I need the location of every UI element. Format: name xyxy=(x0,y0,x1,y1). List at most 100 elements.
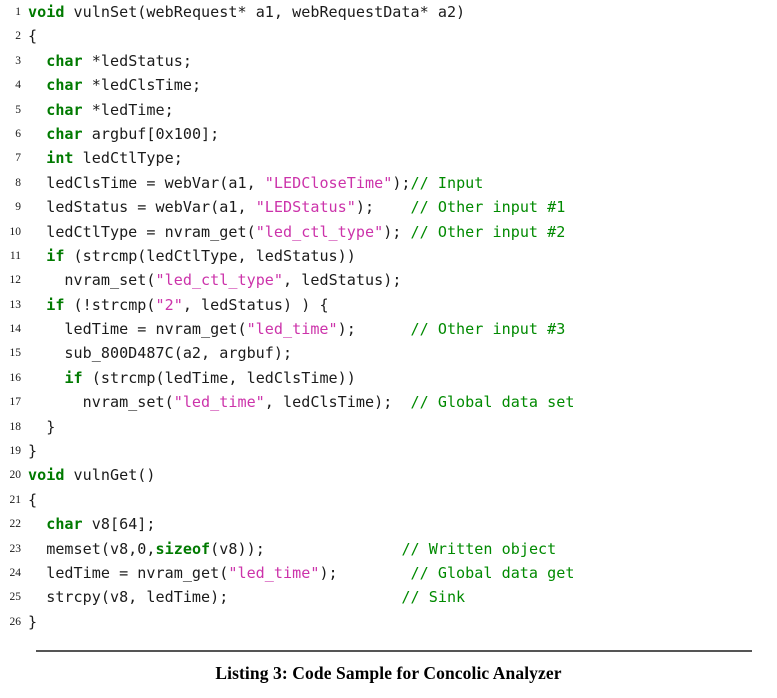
code-token-pln: ); xyxy=(392,173,411,192)
code-token-str: "2" xyxy=(155,295,183,314)
line-number: 26 xyxy=(9,615,22,628)
code-token-kw: if xyxy=(64,368,83,387)
code-token-str: "led_ctl_type" xyxy=(255,222,384,241)
code-line: 15 sub_800D487C(a2, argbuf); xyxy=(0,341,777,365)
code-text: } xyxy=(28,415,55,439)
code-token-str: "led_time" xyxy=(246,320,338,339)
code-text: ledStatus = webVar(a1, "LEDStatus"); // … xyxy=(28,195,565,219)
line-number: 6 xyxy=(15,127,21,140)
code-token-pln: *ledClsTime; xyxy=(82,76,202,95)
code-text: char v8[64]; xyxy=(28,512,156,536)
line-number: 20 xyxy=(9,469,22,482)
code-token-pln: { xyxy=(28,490,38,509)
code-token-str: "LEDCloseTime" xyxy=(264,173,393,192)
code-line: 14 ledTime = nvram_get("led_time"); // O… xyxy=(0,317,777,341)
line-number: 3 xyxy=(15,54,21,67)
code-token-pln: vulnSet(webRequest* a1, webRequestData* … xyxy=(64,3,466,21)
code-token-pln: } xyxy=(28,417,56,436)
code-token-pln xyxy=(28,149,46,167)
code-text: char *ledClsTime; xyxy=(28,73,201,97)
code-text: ledTime = nvram_get("led_time"); // Glob… xyxy=(28,561,574,585)
line-number: 9 xyxy=(15,201,21,214)
code-token-cmt: // Input xyxy=(410,173,484,192)
code-line: 24 ledTime = nvram_get("led_time"); // G… xyxy=(0,561,777,585)
code-token-pln: argbuf[0x100]; xyxy=(82,124,220,143)
code-token-pln: ledTime = nvram_get( xyxy=(28,320,247,339)
code-token-pln: sub_800D487C(a2, argbuf); xyxy=(28,344,293,363)
code-text: nvram_set("led_time", ledClsTime); // Gl… xyxy=(28,390,575,414)
code-text: ledTime = nvram_get("led_time"); // Othe… xyxy=(28,317,565,341)
code-token-cmt: // Global data set xyxy=(410,393,575,412)
code-line: 7 int ledCtlType; xyxy=(0,146,777,170)
code-line: 9 ledStatus = webVar(a1, "LEDStatus"); /… xyxy=(0,195,777,219)
code-text: } xyxy=(28,439,37,463)
line-number: 11 xyxy=(9,249,21,262)
code-line: 1 void vulnSet(webRequest* a1, webRequest… xyxy=(0,0,777,24)
code-token-pln: *ledTime; xyxy=(82,100,174,119)
line-number: 25 xyxy=(9,591,22,604)
line-number: 21 xyxy=(9,493,22,506)
line-number: 12 xyxy=(9,274,22,287)
code-text: if (strcmp(ledTime, ledClsTime)) xyxy=(28,366,356,390)
code-text: void vulnSet(webRequest* a1, webRequestD… xyxy=(28,0,465,24)
code-token-kw: int xyxy=(46,149,74,168)
code-token-pln: } xyxy=(28,442,38,461)
code-text: char *ledStatus; xyxy=(28,49,192,73)
code-line: 22 char v8[64]; xyxy=(0,512,777,536)
code-token-pln: ledClsTime = webVar(a1, xyxy=(28,173,265,192)
code-line: 17 nvram_set("led_time", ledClsTime); //… xyxy=(0,390,777,414)
code-line: 6 char argbuf[0x100]; xyxy=(0,122,777,146)
code-line: 25 strcpy(v8, ledTime); // Sink xyxy=(0,585,777,609)
code-token-cmt: // Sink xyxy=(401,588,466,607)
code-token-pln: ); xyxy=(319,563,411,582)
code-token-pln: *ledStatus; xyxy=(82,51,192,70)
code-token-pln xyxy=(28,101,46,119)
line-number: 1 xyxy=(15,6,21,18)
line-number: 24 xyxy=(9,566,22,579)
code-token-pln: strcpy(v8, ledTime); xyxy=(28,588,402,607)
code-text: char argbuf[0x100]; xyxy=(28,122,219,146)
code-token-pln: , ledStatus) ) { xyxy=(182,295,329,314)
code-line: 16 if (strcmp(ledTime, ledClsTime)) xyxy=(0,366,777,390)
code-token-kw: if xyxy=(46,246,65,265)
code-line: 10 ledCtlType = nvram_get("led_ctl_type"… xyxy=(0,220,777,244)
code-token-pln: ledStatus = webVar(a1, xyxy=(28,198,256,217)
code-text: if (strcmp(ledCtlType, ledStatus)) xyxy=(28,244,356,268)
code-token-pln: (v8)); xyxy=(210,539,402,558)
figure-caption: Listing 3: Code Sample for Concolic Anal… xyxy=(215,663,562,683)
line-number: 18 xyxy=(9,420,22,433)
code-line: 2{ xyxy=(0,24,777,48)
line-number: 13 xyxy=(9,298,22,311)
code-token-pln xyxy=(28,52,46,70)
code-token-pln: { xyxy=(28,27,38,46)
code-token-pln: ); xyxy=(383,222,411,241)
code-text: } xyxy=(28,610,37,634)
code-token-kw: char xyxy=(46,124,83,143)
code-text: { xyxy=(28,488,37,512)
code-text: nvram_set("led_ctl_type", ledStatus); xyxy=(28,268,401,292)
code-token-str: "led_time" xyxy=(228,563,320,582)
line-number: 22 xyxy=(9,518,22,531)
line-number: 17 xyxy=(9,396,22,409)
line-number: 10 xyxy=(9,225,22,238)
code-token-pln: ledTime = nvram_get( xyxy=(28,563,229,582)
code-token-pln: memset(v8,0, xyxy=(28,539,156,558)
line-number: 14 xyxy=(9,323,22,336)
code-text: memset(v8,0,sizeof(v8)); // Written obje… xyxy=(28,537,556,561)
caption-rule-divider xyxy=(36,650,752,652)
code-token-pln: vulnGet() xyxy=(64,466,156,485)
code-text: int ledCtlType; xyxy=(28,146,183,170)
code-text: if (!strcmp("2", ledStatus) ) { xyxy=(28,293,329,317)
code-text: { xyxy=(28,24,37,48)
code-token-pln xyxy=(28,125,46,143)
line-number: 7 xyxy=(15,152,21,165)
code-token-kw: void xyxy=(28,466,65,485)
code-token-kw: char xyxy=(46,51,83,70)
code-token-str: "led_ctl_type" xyxy=(155,271,284,290)
code-token-pln: (strcmp(ledTime, ledClsTime)) xyxy=(82,368,356,387)
code-token-pln: nvram_set( xyxy=(28,271,156,290)
code-line: 8 ledClsTime = webVar(a1, "LEDCloseTime"… xyxy=(0,171,777,195)
code-token-kw: char xyxy=(46,100,83,119)
code-token-pln: nvram_set( xyxy=(28,393,174,412)
code-block: 1 void vulnSet(webRequest* a1, webRequest… xyxy=(0,0,777,634)
